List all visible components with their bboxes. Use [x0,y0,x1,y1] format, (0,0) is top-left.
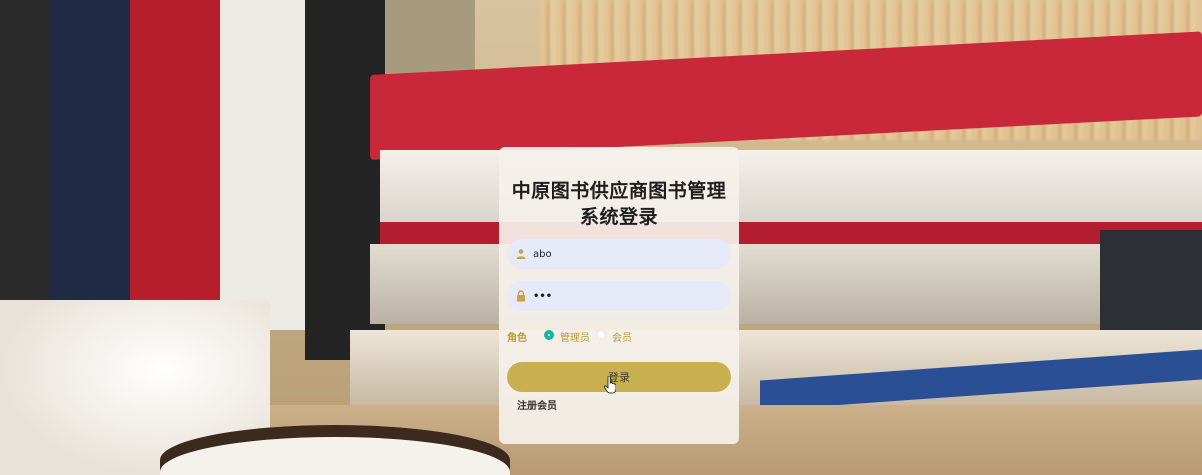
role-label: 角色 [507,333,527,344]
username-field[interactable] [507,239,731,269]
register-link[interactable]: 注册会员 [517,397,557,412]
title-line-1: 中原图书供应商图书管理 [511,180,727,202]
role-option-member-label[interactable]: 会员 [612,329,632,344]
role-selector: 角色 管理员 会员 [507,329,731,344]
user-icon [516,249,526,259]
title-line-2: 系统登录 [579,206,658,228]
page-title: 中原图书供应商图书管理 系统登录 [499,178,739,230]
pointer-cursor-icon [604,376,616,394]
login-card: 中原图书供应商图书管理 系统登录 角色 管理员 会员 登录 注册会员 [499,147,739,444]
password-input[interactable] [533,281,723,311]
login-button[interactable]: 登录 [507,362,731,392]
role-radio-member[interactable] [596,330,606,340]
lock-icon [517,290,525,302]
role-option-admin-label[interactable]: 管理员 [560,329,590,344]
username-input[interactable] [533,239,723,269]
role-radio-admin[interactable] [544,330,554,340]
password-field[interactable] [507,281,731,311]
